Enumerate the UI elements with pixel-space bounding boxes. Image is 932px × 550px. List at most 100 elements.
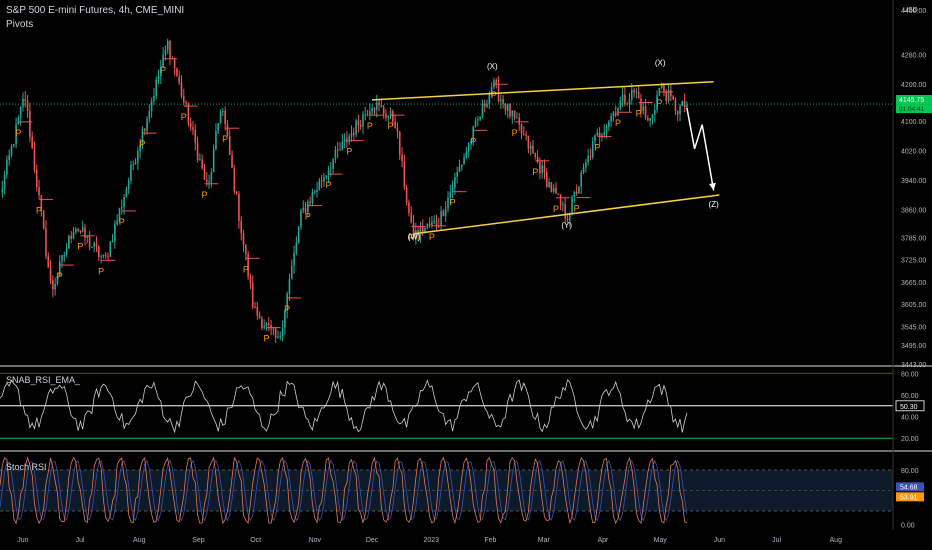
candle-body [571,196,573,213]
candle-body [578,186,580,194]
candle-body [653,109,656,115]
candle-body [603,132,606,135]
stoch-rsi-indicator-label[interactable]: Stoch RSI [6,462,47,472]
pivot-marker: P [222,134,228,144]
candle-body [596,132,599,136]
candle-body [235,191,238,194]
candle-body [385,113,387,118]
candle-body [502,99,504,104]
candle-body [534,152,537,157]
currency-label: USD [903,7,918,14]
candle-body [403,160,406,188]
pivot-marker: P [491,90,497,100]
candle-body [373,108,376,110]
candle-body [155,79,158,96]
candle-body [210,172,213,182]
time-tick-label: Sep [192,537,205,544]
candle-body [240,220,243,234]
candle-body [52,280,54,290]
candle-body [500,99,502,102]
candle-body [93,242,95,247]
wave-label: (X) [655,58,666,67]
stoch-d-value: 53.91 [900,494,918,501]
candle-body [6,159,8,175]
stoch-tick-label: 0.00 [901,523,915,530]
pivot-marker: P [284,304,290,314]
candle-body [359,124,362,127]
pivots-indicator-label[interactable]: Pivots [6,19,33,30]
candle-body [132,164,135,166]
time-tick-label: Feb [484,537,496,544]
candle-body [428,223,431,226]
candle-body [513,110,516,118]
candle-body [261,318,263,328]
candle-body [293,252,295,266]
rsi-indicator-label[interactable]: SNAB_RSI_EMA_ [6,375,80,385]
candle-body [635,91,638,93]
candle-body [454,176,456,188]
candle-body [589,155,592,158]
candle-body [619,100,622,109]
candle-body [497,83,500,102]
candle-body [539,162,541,174]
candle-body [274,328,277,338]
price-tick-label: 3940.00 [901,178,926,185]
candle-body [63,255,66,257]
candle-body [307,201,309,213]
pivot-marker: P [429,232,435,242]
candle-body [81,227,84,232]
candle-body [686,104,688,108]
candle-body [26,100,29,112]
candle-body [3,174,6,189]
candle-body [431,221,433,226]
candle-body [628,99,631,105]
candle-body [222,111,224,113]
wave-label: (Y) [561,221,572,230]
candle-body [346,138,348,143]
pivot-marker: P [77,242,83,252]
candle-body [29,111,31,137]
candle-body [164,50,167,55]
candle-body [123,197,125,207]
candle-body [8,155,10,160]
candle-body [72,232,75,239]
candle-body [529,145,532,149]
candle-body [277,336,279,338]
candle-body [272,328,275,330]
candle-body [107,256,109,258]
price-badge-value: 4145.75 [899,97,924,104]
candle-body [114,224,116,242]
rsi-tick-label: 40.00 [901,415,919,422]
candle-body [442,211,445,217]
candle-body [192,127,194,130]
candle-body [467,143,470,152]
pivot-marker: P [160,65,166,75]
candle-body [116,220,118,225]
candle-body [215,130,217,150]
price-tick-label: 3605.00 [901,302,926,309]
candle-body [86,236,89,238]
candle-body [316,189,318,192]
candle-body [288,279,291,294]
candle-body [509,103,511,117]
candle-body [33,147,36,170]
candle-body [460,164,463,167]
candle-body [396,128,399,132]
pivot-marker: P [243,264,249,274]
price-tick-label: 3545.00 [901,324,926,331]
time-axis: Jun Jul Aug Sep Oct Nov Dec 2023 Feb Mar Apr May Jun… [17,537,842,544]
candle-body [169,41,171,59]
candle-body [575,191,578,194]
candle-body [49,267,52,281]
chart-canvas[interactable]: PPPPPPPPPPPPPPPPPP PP PPPPPPP PPPPP(W)(X)(Y… [0,0,932,550]
candle-body [185,102,187,104]
candle-body [302,207,305,211]
candle-body [182,96,185,103]
price-tick-label: 4020.00 [901,149,926,156]
candle-body [77,228,79,231]
candle-body [267,323,270,325]
candle-body [587,155,589,163]
candle-body [357,120,360,125]
candle-body [552,188,555,192]
candle-body [440,211,442,227]
